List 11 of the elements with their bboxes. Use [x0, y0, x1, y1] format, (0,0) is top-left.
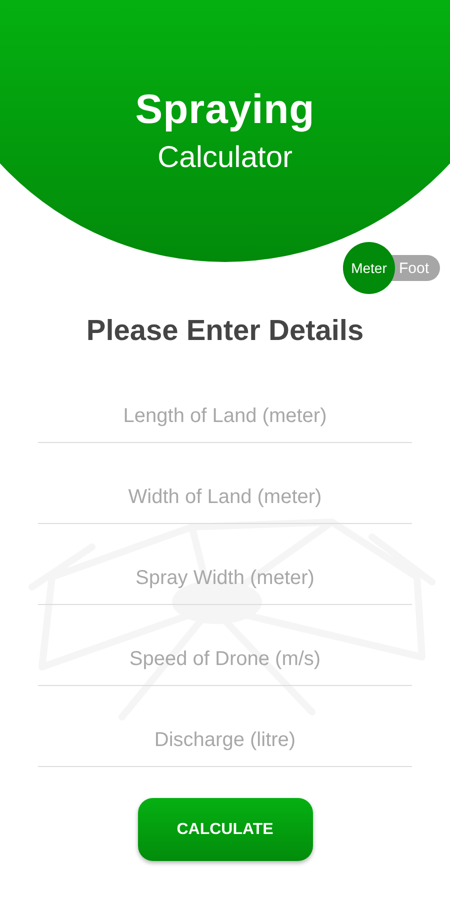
- app-subtitle: Calculator: [157, 141, 293, 175]
- app-title: Spraying: [135, 86, 315, 133]
- unit-option[interactable]: Meter: [343, 242, 395, 294]
- input-field[interactable]: Speed of Drone (m/s): [38, 605, 412, 686]
- input-field[interactable]: Length of Land (meter): [38, 362, 412, 443]
- form-title: Please Enter Details: [85, 314, 365, 349]
- input-field[interactable]: Spray Width (meter): [38, 524, 412, 605]
- calculate-button[interactable]: CALCULATE: [138, 798, 312, 861]
- input-field[interactable]: Width of Land (meter): [38, 443, 412, 524]
- unit-option[interactable]: Foot: [395, 255, 434, 281]
- input-field[interactable]: Discharge (litre): [38, 686, 412, 767]
